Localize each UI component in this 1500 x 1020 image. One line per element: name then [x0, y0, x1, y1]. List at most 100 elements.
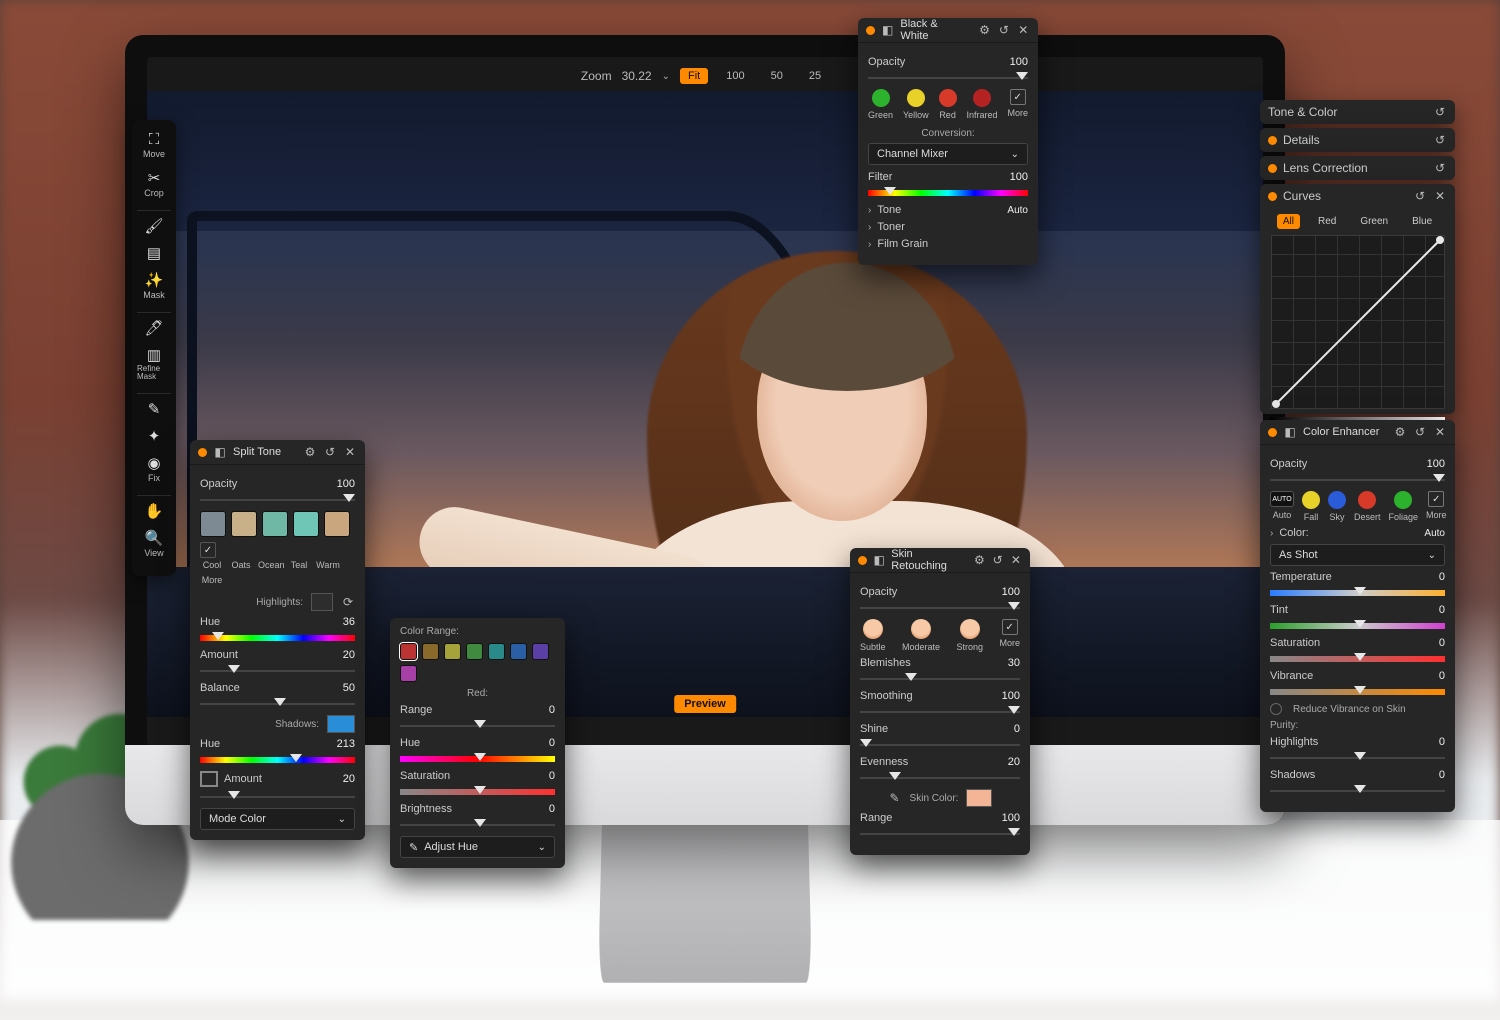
chip-green[interactable]: Green	[868, 89, 893, 120]
cr-hue-value[interactable]: 0	[549, 737, 555, 749]
adjust-hue-select[interactable]: ✎Adjust Hue ⌄	[400, 836, 555, 858]
tool-fill[interactable]: ▤	[137, 242, 171, 265]
tool-move[interactable]: ⛶Move	[137, 128, 171, 163]
tool-refine-fill[interactable]: ▥Refine Mask	[137, 344, 171, 385]
shine-value[interactable]: 0	[1014, 723, 1020, 735]
amount-value[interactable]: 20	[343, 649, 355, 661]
cr-bri-value[interactable]: 0	[549, 803, 555, 815]
gear-icon[interactable]: ⚙	[973, 553, 985, 567]
vib-value[interactable]: 0	[1439, 670, 1445, 682]
tint-value[interactable]: 0	[1439, 604, 1445, 616]
panel-enable-dot[interactable]	[198, 448, 207, 457]
tool-brush[interactable]: 🖌	[137, 210, 171, 238]
panel-enable-dot[interactable]	[1268, 164, 1277, 173]
close-icon[interactable]: ✕	[343, 445, 357, 459]
zoom-fit-button[interactable]: Fit	[680, 68, 708, 84]
chip-sky[interactable]: Sky	[1328, 491, 1346, 522]
chip-infrared[interactable]: Infrared	[967, 89, 998, 120]
chip-red[interactable]: Red	[939, 89, 957, 120]
reduce-vibrance-toggle[interactable]: Reduce Vibrance on Skin	[1270, 703, 1445, 715]
ce-sat-value[interactable]: 0	[1439, 637, 1445, 649]
smooth-slider[interactable]	[860, 707, 1020, 717]
sk-range-value[interactable]: 100	[1002, 812, 1020, 824]
chip-moderate[interactable]: Moderate	[902, 619, 940, 652]
grain-disclosure[interactable]: ›Film Grain	[868, 238, 1028, 250]
ce-opacity-slider[interactable]	[1270, 475, 1445, 485]
purity-hi-value[interactable]: 0	[1439, 736, 1445, 748]
close-icon[interactable]: ✕	[1433, 189, 1447, 203]
sk-range-slider[interactable]	[860, 829, 1020, 839]
curves-tab-blue[interactable]: Blue	[1406, 214, 1438, 229]
shadow-hue-value[interactable]: 213	[337, 738, 355, 750]
close-icon[interactable]: ✕	[1433, 425, 1447, 439]
blem-slider[interactable]	[860, 674, 1020, 684]
purity-hi-slider[interactable]	[1270, 753, 1445, 763]
zoom-25-button[interactable]: 25	[801, 68, 829, 84]
tool-clone[interactable]: ✦	[137, 425, 171, 448]
color-disclosure[interactable]: ›Color:Auto	[1270, 527, 1445, 539]
color-swatch[interactable]	[400, 643, 417, 660]
reset-icon[interactable]: ↺	[992, 553, 1004, 567]
link-amount-value[interactable]: 20	[343, 773, 355, 785]
curves-tab-red[interactable]: Red	[1312, 214, 1342, 229]
preset-more[interactable]	[200, 542, 216, 558]
preset-ocean[interactable]	[262, 511, 288, 537]
tool-zoom[interactable]: 🔍View	[137, 527, 171, 562]
preset-teal[interactable]	[293, 511, 319, 537]
hue-slider[interactable]	[200, 633, 355, 643]
conversion-select[interactable]: Channel Mixer⌄	[868, 143, 1028, 165]
group-details[interactable]: Details↺	[1260, 128, 1455, 152]
mode-select[interactable]: Mode Color ⌄	[200, 808, 355, 830]
tone-disclosure[interactable]: ›ToneAuto	[868, 204, 1028, 216]
color-swatch[interactable]	[510, 643, 527, 660]
chip-more[interactable]: More	[999, 619, 1020, 652]
panel-enable-dot[interactable]	[1268, 192, 1277, 201]
bw-opacity-value[interactable]: 100	[1010, 56, 1028, 68]
temp-slider[interactable]	[1270, 588, 1445, 598]
group-tone-color[interactable]: Tone & Color↺	[1260, 100, 1455, 124]
temp-value[interactable]: 0	[1439, 571, 1445, 583]
gear-icon[interactable]: ⚙	[303, 445, 317, 459]
smooth-value[interactable]: 100	[1002, 690, 1020, 702]
color-swatch[interactable]	[422, 643, 439, 660]
panel-enable-dot[interactable]	[866, 26, 875, 35]
reset-icon[interactable]: ↺	[1433, 105, 1447, 119]
skin-color-swatch[interactable]	[966, 789, 992, 807]
blem-value[interactable]: 30	[1008, 657, 1020, 669]
link-amount-slider[interactable]	[200, 792, 355, 802]
gear-icon[interactable]: ⚙	[978, 23, 991, 37]
cr-sat-slider[interactable]	[400, 787, 555, 797]
highlights-swatch[interactable]	[311, 593, 333, 611]
tool-hand[interactable]: ✋	[137, 495, 171, 523]
link-toggle[interactable]	[200, 771, 218, 787]
zoom-dropdown-icon[interactable]: ⌄	[662, 71, 670, 82]
tool-crop[interactable]: ✂Crop	[137, 167, 171, 202]
reset-icon[interactable]: ↺	[1433, 133, 1447, 147]
hue-value[interactable]: 36	[343, 616, 355, 628]
shadow-hue-slider[interactable]	[200, 755, 355, 765]
vib-slider[interactable]	[1270, 687, 1445, 697]
even-value[interactable]: 20	[1008, 756, 1020, 768]
preset-cool[interactable]	[200, 511, 226, 537]
tone-auto-button[interactable]: Auto	[1007, 205, 1028, 216]
cr-hue-slider[interactable]	[400, 754, 555, 764]
tool-wand[interactable]: ✨Mask	[137, 269, 171, 304]
tint-slider[interactable]	[1270, 621, 1445, 631]
chip-auto[interactable]: AUTOAuto	[1270, 491, 1294, 522]
sk-opacity-value[interactable]: 100	[1002, 586, 1020, 598]
close-icon[interactable]: ✕	[1017, 23, 1030, 37]
filter-slider[interactable]	[868, 188, 1028, 198]
balance-slider[interactable]	[200, 699, 355, 709]
close-icon[interactable]: ✕	[1010, 553, 1022, 567]
color-swatch[interactable]	[444, 643, 461, 660]
chip-subtle[interactable]: Subtle	[860, 619, 886, 652]
reset-icon[interactable]: ↺	[1433, 161, 1447, 175]
zoom-100-button[interactable]: 100	[718, 68, 752, 84]
preset-warm[interactable]	[324, 511, 350, 537]
panel-enable-dot[interactable]	[1268, 136, 1277, 145]
color-swatch[interactable]	[488, 643, 505, 660]
curves-tab-all[interactable]: All	[1277, 214, 1300, 229]
chip-more[interactable]: More	[1007, 89, 1028, 120]
opacity-value[interactable]: 100	[337, 478, 355, 490]
tool-redeye[interactable]: ◉Fix	[137, 452, 171, 487]
